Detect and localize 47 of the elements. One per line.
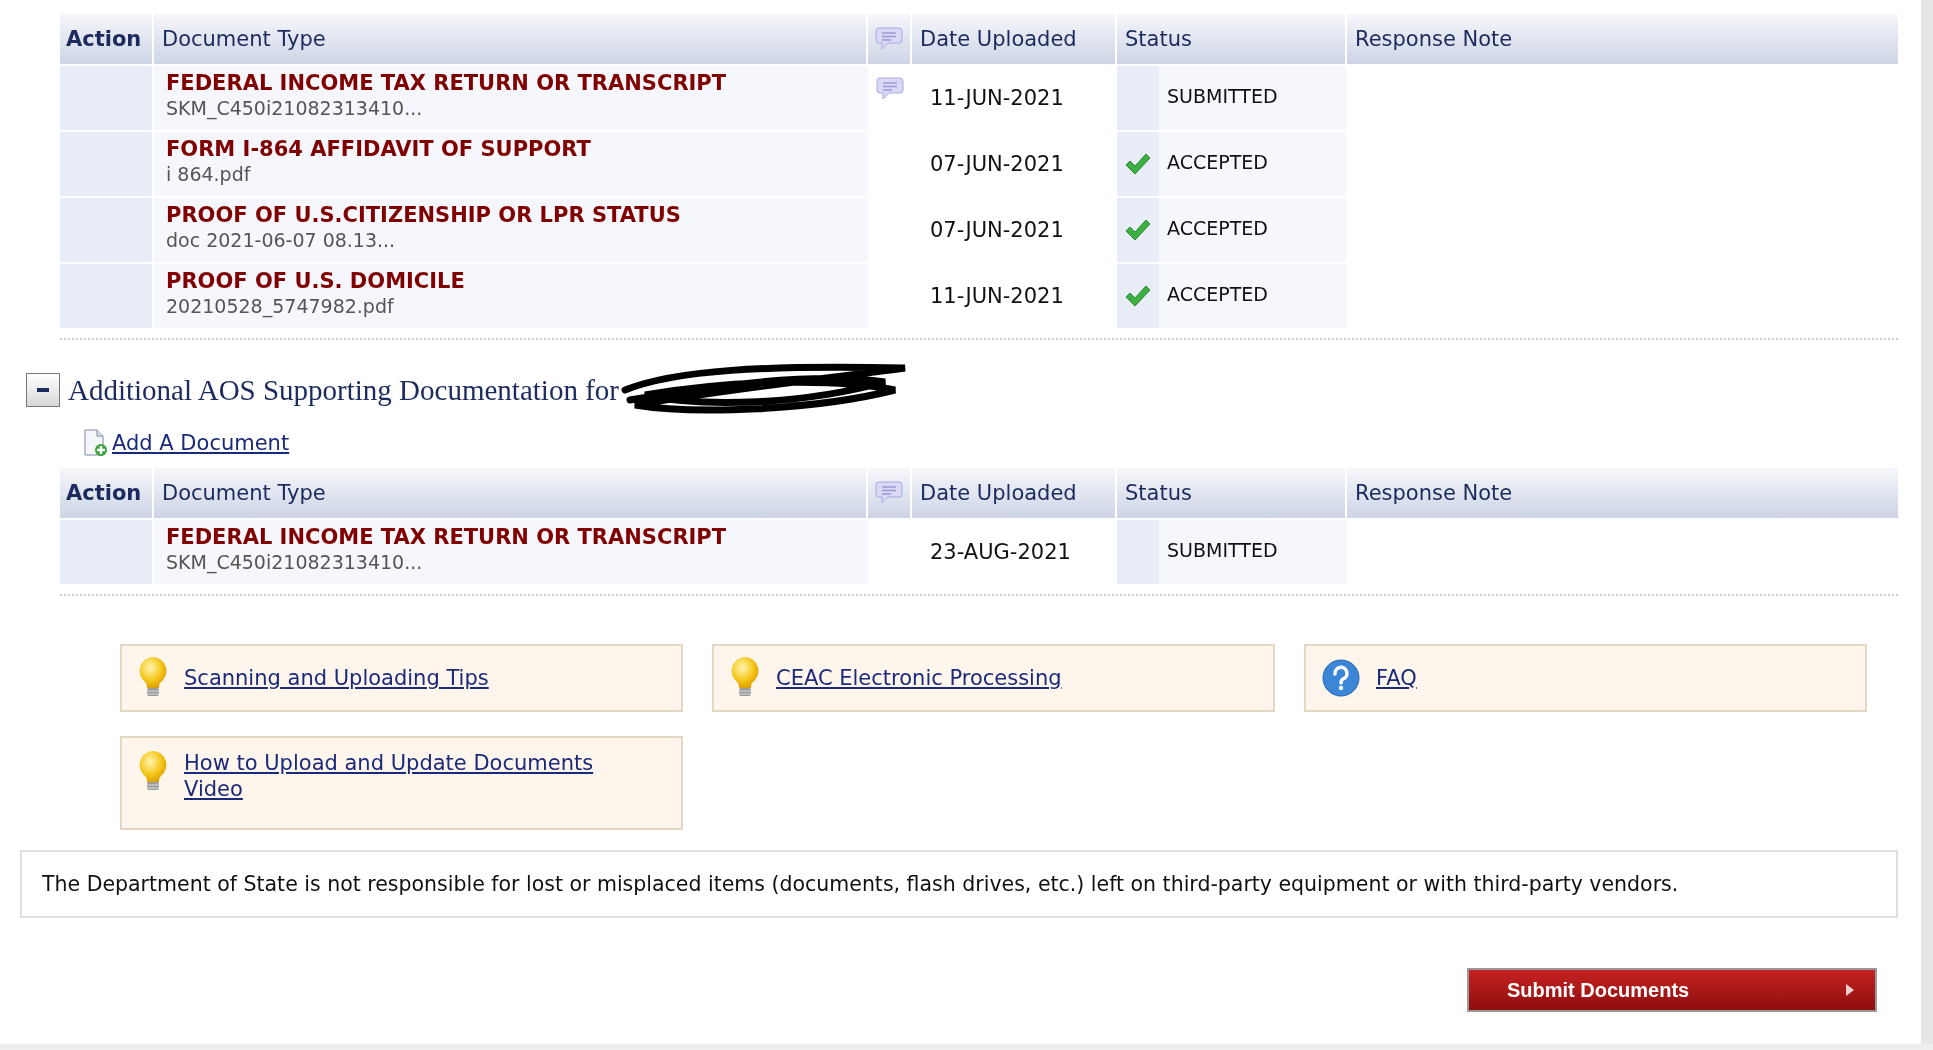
document-type: PROOF OF U.S.CITIZENSHIP OR LPR STATUS xyxy=(166,202,681,228)
column-header: Document Type xyxy=(152,468,866,518)
comment-icon xyxy=(875,480,903,506)
file-name: SKM_C450i21082313410... xyxy=(166,550,423,574)
column-header: Response Note xyxy=(1345,468,1898,518)
collapse-toggle[interactable] xyxy=(26,373,60,407)
submit-documents-button[interactable]: Submit Documents xyxy=(1467,968,1877,1012)
date-cell-text: 07-JUN-2021 xyxy=(929,217,1065,244)
arrow-icon xyxy=(1845,983,1855,997)
date-cell-text: 07-JUN-2021 xyxy=(929,151,1065,178)
document-type: FEDERAL INCOME TAX RETURN OR TRANSCRIPT xyxy=(166,70,727,96)
add-document-link[interactable]: Add A Document xyxy=(112,431,290,455)
column-header: Response Note xyxy=(1345,14,1898,64)
section-title: Additional AOS Supporting Documentation for xyxy=(68,373,619,407)
column-header: Status xyxy=(1115,468,1345,518)
checkmark-icon xyxy=(1125,219,1151,241)
status-cell: ACCEPTED xyxy=(1159,264,1347,328)
disclaimer-text: The Department of State is not responsible for lost or misplaced items (documents, flash drives, etc.) left on third-party equipment or with third-party vendors. xyxy=(20,850,1898,918)
file-name: i 864.pdf xyxy=(166,162,251,186)
help-link[interactable]: CEAC Electronic Processing xyxy=(776,665,1062,691)
column-header: Action xyxy=(65,480,143,507)
column-header: Document Type xyxy=(152,14,866,64)
date-cell-text: 11-JUN-2021 xyxy=(929,283,1065,310)
document-type: FEDERAL INCOME TAX RETURN OR TRANSCRIPT xyxy=(166,524,727,550)
help-link[interactable]: FAQ xyxy=(1376,665,1417,691)
file-name: 20210528_5747982.pdf xyxy=(166,294,394,318)
checkmark-icon xyxy=(1125,153,1151,175)
date-cell-text: 11-JUN-2021 xyxy=(929,85,1065,112)
help-link[interactable]: How to Upload and Update Documents Video xyxy=(184,750,624,802)
help-link[interactable]: Scanning and Uploading Tips xyxy=(184,665,489,691)
column-header: Action xyxy=(65,26,143,53)
status-cell: SUBMITTED xyxy=(1159,66,1347,130)
file-name: doc 2021-06-07 08.13... xyxy=(166,228,396,252)
date-cell-text: 23-AUG-2021 xyxy=(929,539,1072,566)
checkmark-icon xyxy=(1125,285,1151,307)
status-cell: ACCEPTED xyxy=(1159,132,1347,196)
column-header: Status xyxy=(1115,14,1345,64)
document-type: FORM I-864 AFFIDAVIT OF SUPPORT xyxy=(166,136,591,162)
column-header: Date Uploaded xyxy=(910,468,1115,518)
comment-icon xyxy=(875,26,903,52)
column-header: Date Uploaded xyxy=(910,14,1115,64)
add-document-icon xyxy=(82,429,108,457)
document-type: PROOF OF U.S. DOMICILE xyxy=(166,268,465,294)
file-name: SKM_C450i21082313410... xyxy=(166,96,423,120)
help-icon xyxy=(1322,659,1360,697)
status-cell: ACCEPTED xyxy=(1159,198,1347,262)
status-cell: SUBMITTED xyxy=(1159,520,1347,584)
